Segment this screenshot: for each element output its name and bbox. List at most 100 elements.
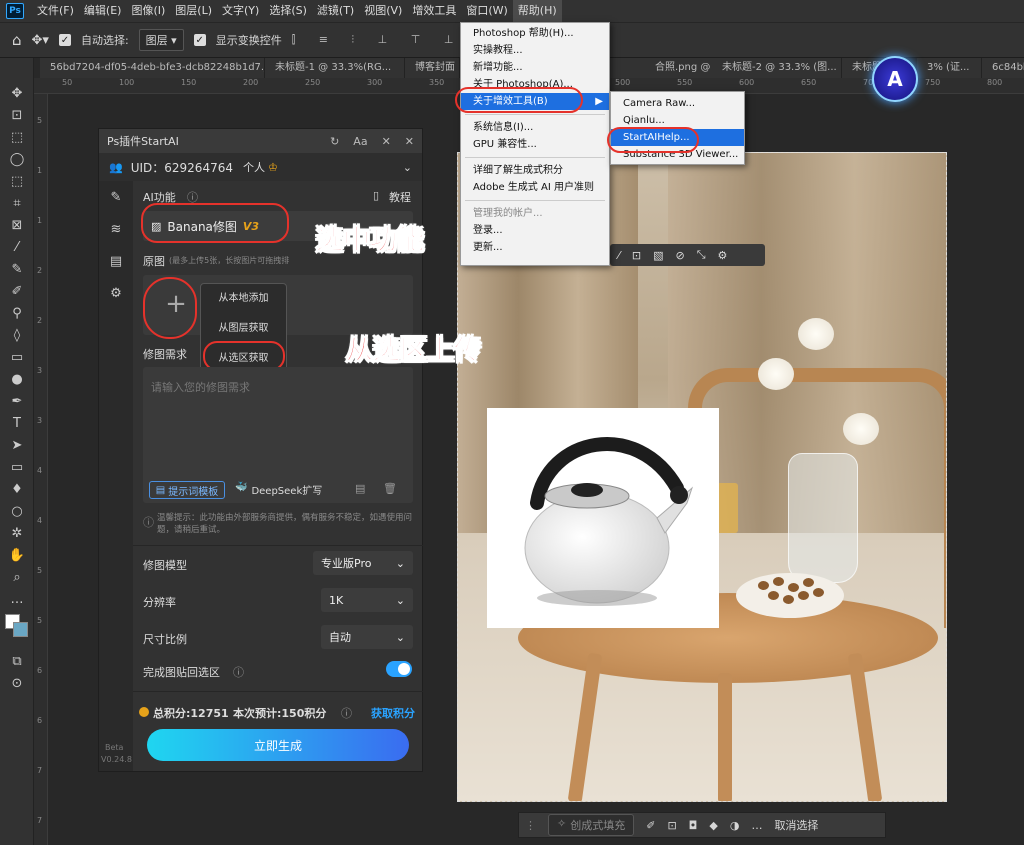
- path-select-icon[interactable]: ➤: [0, 434, 34, 456]
- move-tool-icon[interactable]: ✥▾: [32, 33, 49, 48]
- brush-tool-icon[interactable]: ✐: [0, 280, 34, 302]
- doc-tab[interactable]: 未标题-1 @ 33.3%(RG...: [265, 58, 405, 78]
- generate-button[interactable]: 立即生成: [147, 729, 409, 761]
- ellipse-icon[interactable]: ○: [0, 500, 34, 522]
- menu-edit[interactable]: 编辑(E): [79, 0, 127, 22]
- mask-icon[interactable]: ◘: [689, 819, 698, 832]
- doc-tab[interactable]: 博客封面: [405, 58, 460, 78]
- menu-item-system-info[interactable]: 系统信息(I)...: [461, 119, 609, 136]
- pin-icon[interactable]: ✕: [382, 135, 391, 148]
- healing-brush-icon[interactable]: ✎: [0, 258, 34, 280]
- menu-select[interactable]: 选择(S): [264, 0, 312, 22]
- stripes-icon[interactable]: ▧: [653, 249, 663, 262]
- show-transform-checkbox[interactable]: ✓: [193, 34, 206, 46]
- info-icon[interactable]: ⓘ: [233, 664, 244, 680]
- menu-file[interactable]: 文件(F): [32, 0, 79, 22]
- menu-item-gen-ai-guidelines[interactable]: Adobe 生成式 AI 用户准则: [461, 179, 609, 196]
- edit-icon[interactable]: ✎: [99, 181, 133, 213]
- artboard-tool-icon[interactable]: ⊡: [0, 104, 34, 126]
- model-select[interactable]: 专业版Pro ⌄: [313, 551, 413, 575]
- frame-tool-icon[interactable]: ⊠: [0, 214, 34, 236]
- document-icon[interactable]: ▤: [99, 245, 133, 277]
- lasso-tool-icon[interactable]: ◯: [0, 148, 34, 170]
- eyedropper-icon[interactable]: ⁄: [0, 236, 34, 258]
- settings-icon[interactable]: ⚙: [718, 249, 728, 262]
- prompt-template-button[interactable]: ▤ 提示词模板: [149, 481, 225, 499]
- home-icon[interactable]: ⌂: [12, 31, 22, 49]
- select-subject-icon[interactable]: ⊡: [632, 249, 641, 262]
- add-from-local[interactable]: 从本地添加: [201, 284, 286, 314]
- marquee-tool-icon[interactable]: ⬚: [0, 126, 34, 148]
- menu-type[interactable]: 文字(Y): [217, 0, 264, 22]
- more-tools-icon[interactable]: …: [0, 588, 34, 610]
- doc-tab[interactable]: 未标题-2 @ 33.3% (图...: [712, 58, 842, 78]
- get-points-link[interactable]: 获取积分: [371, 705, 415, 721]
- menu-item-tutorials[interactable]: 实操教程...: [461, 42, 609, 59]
- more-icon[interactable]: …: [751, 819, 762, 832]
- startai-logo-icon[interactable]: A: [872, 56, 918, 102]
- kettle-image[interactable]: [487, 408, 719, 628]
- info-icon[interactable]: ⓘ: [341, 705, 352, 721]
- deselect-button[interactable]: 取消选择: [774, 817, 818, 833]
- layers-icon[interactable]: ≋: [99, 213, 133, 245]
- auto-select-checkbox[interactable]: ✓: [58, 34, 71, 46]
- menu-item-gpu[interactable]: GPU 兼容性...: [461, 136, 609, 153]
- aspect-ratio-select[interactable]: 自动 ⌄: [321, 625, 413, 649]
- mask-icon[interactable]: ⊘: [675, 249, 684, 262]
- menu-item-sign-in[interactable]: 登录...: [461, 222, 609, 239]
- doc-tab[interactable]: 56bd7204-df05-4deb-bfe3-dcb82248b1d7.jpg: [40, 58, 265, 78]
- font-size-icon[interactable]: Aa: [353, 135, 367, 148]
- screen-mode-icon[interactable]: ⊙: [0, 672, 34, 694]
- menu-item-updates[interactable]: 更新...: [461, 239, 609, 256]
- pen-tool-icon[interactable]: ✒: [0, 390, 34, 412]
- trash-icon[interactable]: 🗑: [383, 482, 397, 495]
- menu-help[interactable]: 帮助(H): [512, 0, 562, 22]
- menu-view[interactable]: 视图(V): [359, 0, 407, 22]
- brush-icon[interactable]: ✐: [646, 819, 655, 832]
- tutorial-link[interactable]: 教程: [389, 189, 411, 205]
- generative-fill-button[interactable]: ✧ 创成式填充: [548, 814, 635, 836]
- dodge-icon[interactable]: ●: [0, 368, 34, 390]
- layer-select[interactable]: 图层 ▾: [138, 29, 184, 51]
- hand-tool-icon[interactable]: ✋: [0, 544, 34, 566]
- eraser-icon[interactable]: ◊: [0, 324, 34, 346]
- wand-icon[interactable]: ⁄: [618, 249, 620, 262]
- chevron-down-icon[interactable]: ⌄: [403, 161, 412, 174]
- move-tool-icon[interactable]: ✥: [0, 82, 34, 104]
- resolution-select[interactable]: 1K ⌄: [321, 588, 413, 612]
- deepseek-button[interactable]: 🐳 DeepSeek扩写: [235, 482, 322, 497]
- menu-item-ps-help[interactable]: Photoshop 帮助(H)...: [461, 25, 609, 42]
- paint-bucket-icon[interactable]: ♦: [0, 478, 34, 500]
- color-swatches-icon[interactable]: [0, 610, 34, 650]
- submenu-camera-raw[interactable]: Camera Raw...: [611, 95, 744, 112]
- zoom-tool-icon[interactable]: ⌕: [0, 566, 34, 588]
- gear-icon[interactable]: ⚙: [99, 277, 133, 309]
- doc-tab[interactable]: 3% (证...: [917, 58, 982, 78]
- menu-layer[interactable]: 图层(L): [170, 0, 217, 22]
- history-icon[interactable]: ▤: [355, 482, 365, 495]
- transform-icon[interactable]: ⤡: [697, 248, 706, 262]
- user-bar[interactable]: 👥 UID：629264764 个人 ♔ ⌄: [99, 153, 422, 181]
- menu-image[interactable]: 图像(I): [126, 0, 170, 22]
- refresh-icon[interactable]: ↻: [330, 135, 339, 148]
- drag-handle-icon[interactable]: ⋮: [525, 819, 536, 832]
- close-icon[interactable]: ✕: [405, 135, 414, 148]
- stamp-tool-icon[interactable]: ⚲: [0, 302, 34, 324]
- select-icon[interactable]: ⊡: [667, 819, 676, 832]
- custom-shape-icon[interactable]: ✲: [0, 522, 34, 544]
- menu-filter[interactable]: 滤镜(T): [312, 0, 359, 22]
- menu-window[interactable]: 窗口(W): [461, 0, 512, 22]
- invert-icon[interactable]: ◑: [730, 819, 740, 832]
- fill-icon[interactable]: ◆: [709, 819, 717, 832]
- paste-back-toggle[interactable]: [386, 661, 412, 677]
- type-tool-icon[interactable]: T: [0, 412, 34, 434]
- doc-tab[interactable]: 6c84bb: [982, 58, 1024, 78]
- gradient-icon[interactable]: ▭: [0, 346, 34, 368]
- quick-mask-icon[interactable]: ⧉: [0, 650, 34, 672]
- menu-item-whats-new[interactable]: 新增功能...: [461, 59, 609, 76]
- book-icon[interactable]: ▯: [373, 189, 379, 202]
- get-from-layer[interactable]: 从图层获取: [201, 314, 286, 344]
- rectangle-tool-icon[interactable]: ▭: [0, 456, 34, 478]
- menu-plugins[interactable]: 增效工具: [407, 0, 461, 22]
- object-select-icon[interactable]: ⬚: [0, 170, 34, 192]
